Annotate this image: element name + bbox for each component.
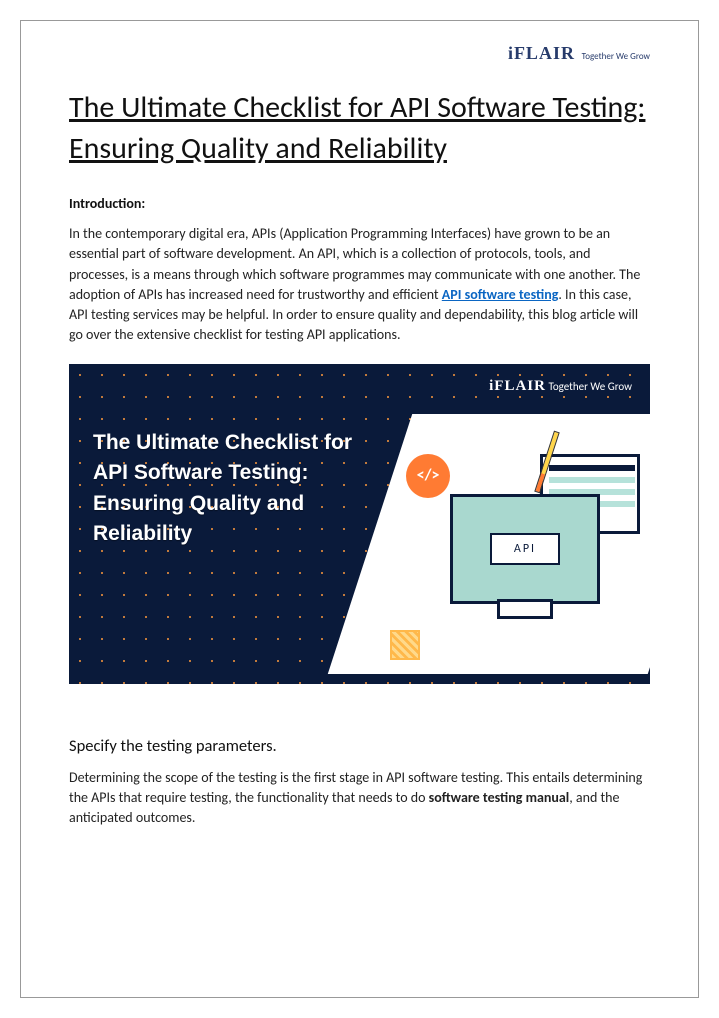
- hero-banner: iFLAIR Together We Grow The Ultimate Che…: [69, 364, 650, 684]
- page-title: The Ultimate Checklist for API Software …: [69, 88, 650, 169]
- brand-name: iFLAIR: [508, 43, 575, 63]
- banner-brand-tagline: Together We Grow: [548, 380, 632, 393]
- banner-brand-name: iFLAIR: [489, 378, 546, 394]
- monitor-icon: API: [450, 494, 600, 604]
- api-software-testing-link[interactable]: API software testing: [442, 286, 559, 303]
- chip-icon: [390, 630, 420, 660]
- banner-illustration: </> API: [360, 434, 640, 664]
- intro-paragraph: In the contemporary digital era, APIs (A…: [69, 224, 650, 346]
- section-paragraph: Determining the scope of the testing is …: [69, 768, 650, 829]
- api-label: API: [490, 533, 560, 565]
- banner-title: The Ultimate Checklist for API Software …: [93, 428, 363, 550]
- intro-heading: Introduction:: [69, 195, 650, 212]
- brand-tagline: Together We Grow: [582, 51, 650, 62]
- header-logo: iFLAIR Together We Grow: [69, 43, 650, 64]
- section-heading: Specify the testing parameters.: [69, 736, 650, 756]
- document-page: iFLAIR Together We Grow The Ultimate Che…: [20, 20, 699, 998]
- section-bold: software testing manual: [429, 789, 570, 806]
- code-icon: </>: [406, 454, 450, 498]
- banner-logo: iFLAIR Together We Grow: [489, 378, 632, 395]
